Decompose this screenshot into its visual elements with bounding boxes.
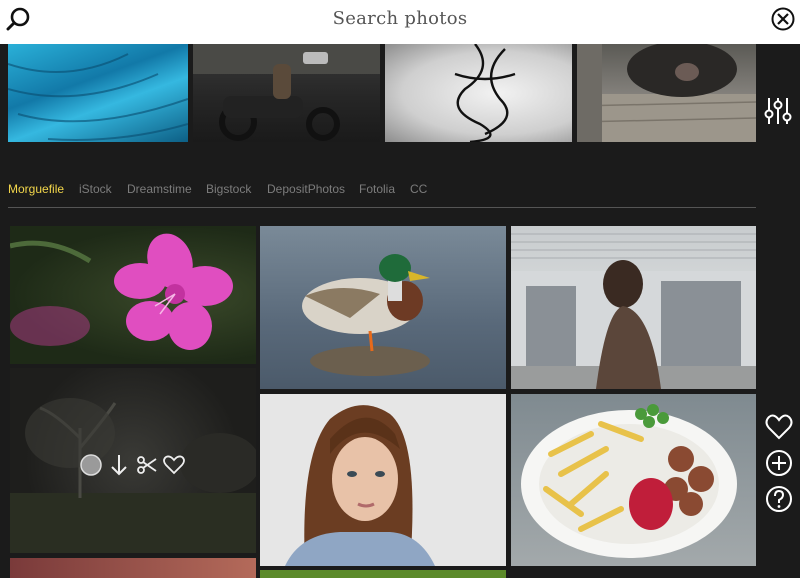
heart-icon	[163, 455, 185, 475]
header-bar: Search photos	[0, 0, 800, 44]
bottom-left-partial[interactable]	[10, 558, 256, 578]
tab-cc[interactable]: CC	[410, 182, 427, 196]
woman-at-window[interactable]	[511, 226, 756, 389]
tab-fotolia[interactable]: Fotolia	[359, 182, 395, 196]
close-icon[interactable]	[771, 7, 795, 31]
tabs-divider	[8, 207, 756, 208]
help-icon[interactable]	[765, 485, 793, 513]
girl-portrait[interactable]	[260, 394, 506, 566]
ink-smoke-photo[interactable]	[385, 44, 572, 142]
download-icon	[111, 455, 127, 476]
tab-bigstock[interactable]: Bigstock	[206, 182, 251, 196]
hover-actions	[80, 453, 190, 477]
tab-morguefile[interactable]: Morguefile	[8, 182, 64, 196]
dog-on-dock-photo[interactable]	[577, 44, 756, 142]
tab-dreamstime[interactable]: Dreamstime	[127, 182, 192, 196]
motorcycle-sidecar-street-photo[interactable]	[193, 44, 380, 142]
heart-icon[interactable]	[765, 413, 793, 441]
foggy-tree-field[interactable]	[10, 368, 256, 553]
mallard-duck-on-rock[interactable]	[260, 226, 506, 389]
scissors-icon	[137, 456, 157, 474]
tab-istock[interactable]: iStock	[79, 182, 112, 196]
plus-icon[interactable]	[765, 449, 793, 477]
blue-feathers-photo[interactable]	[8, 44, 188, 142]
sliders-icon[interactable]	[763, 96, 793, 126]
avatar-icon	[80, 454, 102, 476]
page-title: Search photos	[332, 8, 468, 29]
bottom-middle-partial[interactable]	[260, 570, 506, 578]
fries-and-meatballs-plate[interactable]	[511, 394, 756, 566]
pink-azalea-flower[interactable]	[10, 226, 256, 364]
tab-depositphotos[interactable]: DepositPhotos	[267, 182, 345, 196]
